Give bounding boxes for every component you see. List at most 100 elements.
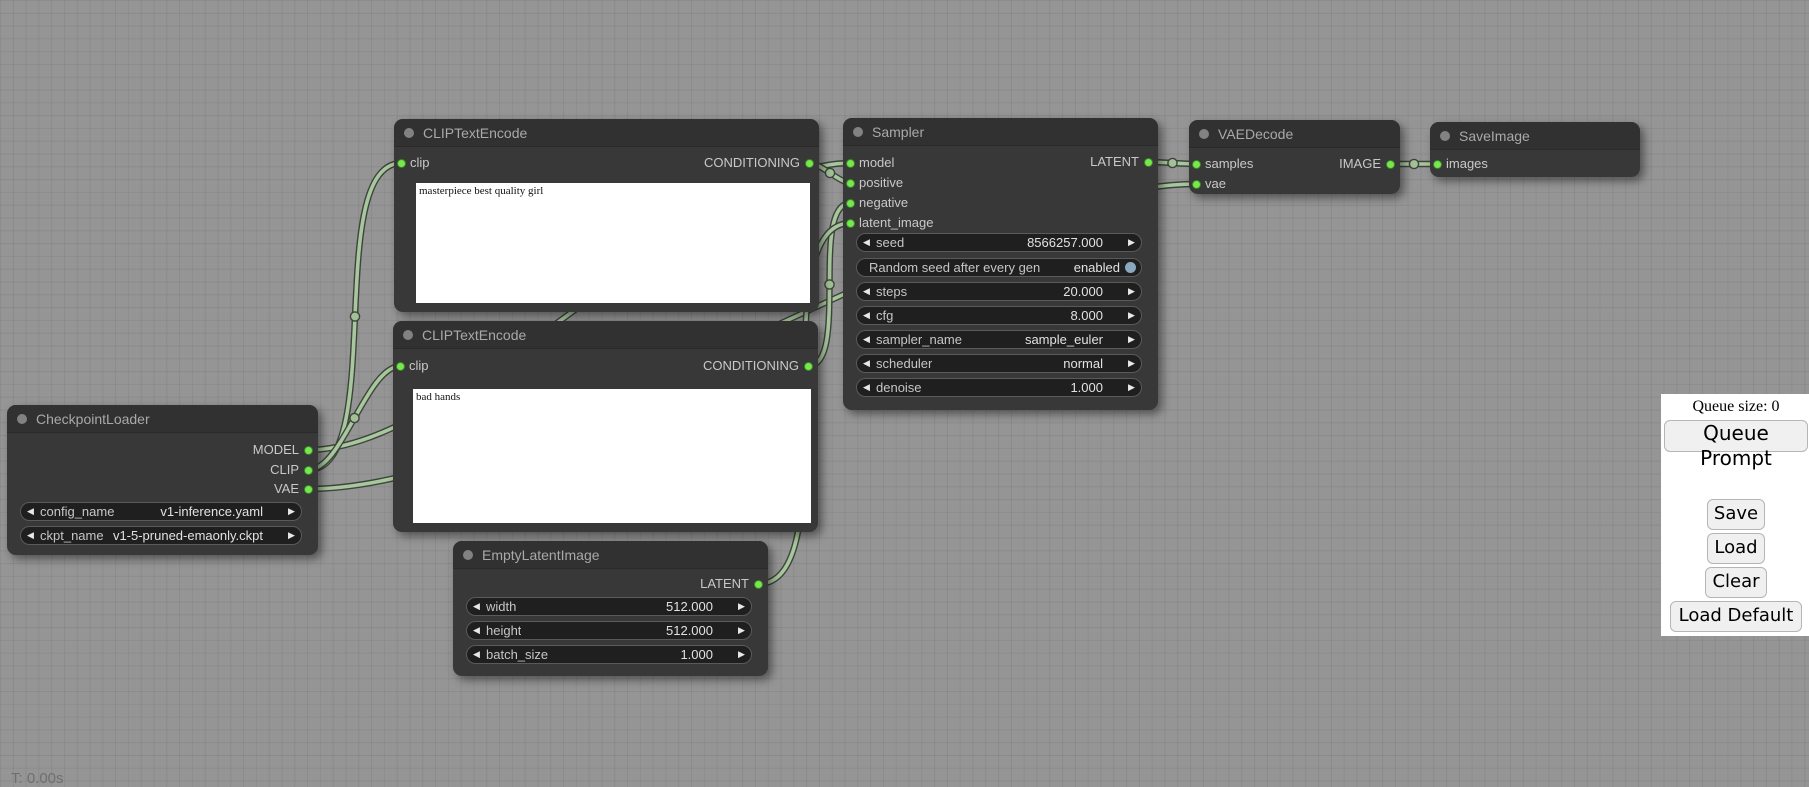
clip-input-port[interactable] [397, 159, 406, 168]
CLIP-output-port[interactable] [304, 466, 313, 475]
widget-label: height [486, 623, 521, 638]
empty-latent-image[interactable]: EmptyLatentImageLATENT◀width512.000▶◀hei… [453, 541, 768, 676]
increment-arrow-icon[interactable]: ▶ [1122, 283, 1141, 300]
node-title-bar[interactable]: SaveImage [1430, 122, 1640, 150]
widget-value: 512.000 [516, 599, 732, 614]
node-title-bar[interactable]: EmptyLatentImage [453, 541, 768, 569]
increment-arrow-icon[interactable]: ▶ [1122, 355, 1141, 372]
output-slot-label: LATENT [700, 575, 749, 593]
node-title-bar[interactable]: Sampler [843, 118, 1158, 146]
decrement-arrow-icon[interactable]: ◀ [467, 646, 486, 663]
load-default-button[interactable]: Load Default [1670, 601, 1802, 632]
node-title-bar[interactable]: CLIPTextEncode [394, 119, 819, 147]
widget-config_name[interactable]: ◀config_namev1-inference.yaml▶ [20, 502, 302, 521]
save-image[interactable]: SaveImage images [1430, 122, 1640, 177]
decrement-arrow-icon[interactable]: ◀ [857, 283, 876, 300]
vae-input-port[interactable] [1192, 180, 1201, 189]
increment-arrow-icon[interactable]: ▶ [282, 503, 301, 520]
IMAGE-output-port[interactable] [1386, 160, 1395, 169]
widget-ckpt_name[interactable]: ◀ckpt_namev1-5-pruned-emaonly.ckpt▶ [20, 526, 302, 545]
positive-input-port[interactable] [846, 179, 855, 188]
CONDITIONING-output-port[interactable] [804, 362, 813, 371]
CONDITIONING-output-port[interactable] [805, 159, 814, 168]
widget-label: Random seed after every gen [857, 260, 1040, 275]
collapse-dot-icon[interactable] [853, 127, 863, 137]
node-title-bar[interactable]: CheckpointLoader [7, 405, 318, 433]
output-slot-label: CONDITIONING [704, 154, 800, 172]
comfyui-canvas[interactable]: { "canvas": { "status_text": "T: 0.00s" … [0, 0, 1809, 782]
LATENT-output-port[interactable] [754, 580, 763, 589]
clip-text-encode-negative[interactable]: CLIPTextEncodeclipCONDITIONING [393, 321, 818, 532]
increment-arrow-icon[interactable]: ▶ [732, 598, 751, 615]
widget-value: normal [932, 356, 1122, 371]
LATENT-output-port[interactable] [1144, 158, 1153, 167]
decrement-arrow-icon[interactable]: ◀ [857, 331, 876, 348]
MODEL-output-port[interactable] [304, 446, 313, 455]
latent_image-input-port[interactable] [846, 219, 855, 228]
VAE-output-port[interactable] [304, 485, 313, 494]
sampler[interactable]: Samplermodelpositivenegativelatent_image… [843, 118, 1158, 410]
decrement-arrow-icon[interactable]: ◀ [467, 598, 486, 615]
toggle-on-dot[interactable] [1125, 262, 1136, 273]
negative-input-port[interactable] [846, 199, 855, 208]
load-button[interactable]: Load [1707, 533, 1764, 564]
widget-value: 20.000 [907, 284, 1122, 299]
samples-input-port[interactable] [1192, 160, 1201, 169]
increment-arrow-icon[interactable]: ▶ [1122, 379, 1141, 396]
model-input-port[interactable] [846, 159, 855, 168]
input-slot-label: latent_image [859, 214, 933, 232]
decrement-arrow-icon[interactable]: ◀ [467, 622, 486, 639]
widget-value: 8.000 [893, 308, 1122, 323]
widget-value: enabled [1040, 260, 1125, 275]
decrement-arrow-icon[interactable]: ◀ [21, 503, 40, 520]
collapse-dot-icon[interactable] [463, 550, 473, 560]
widget-batch_size[interactable]: ◀batch_size1.000▶ [466, 645, 752, 664]
prompt-textarea[interactable] [413, 389, 811, 523]
widget-value: 1.000 [548, 647, 732, 662]
save-button[interactable]: Save [1707, 499, 1765, 530]
clip-input-port[interactable] [396, 362, 405, 371]
widget-width[interactable]: ◀width512.000▶ [466, 597, 752, 616]
collapse-dot-icon[interactable] [1440, 131, 1450, 141]
decrement-arrow-icon[interactable]: ◀ [21, 527, 40, 544]
vae-decode[interactable]: VAEDecodesamplesvaeIMAGE [1189, 120, 1400, 194]
increment-arrow-icon[interactable]: ▶ [1122, 331, 1141, 348]
widget-random-seed-after-every-gen[interactable]: Random seed after every genenabled [856, 258, 1142, 277]
node-title-bar[interactable]: VAEDecode [1189, 120, 1400, 148]
output-slot-label: LATENT [1090, 153, 1139, 171]
collapse-dot-icon[interactable] [1199, 129, 1209, 139]
checkpoint-loader[interactable]: CheckpointLoaderMODELCLIPVAE◀config_name… [7, 405, 318, 555]
widget-steps[interactable]: ◀steps20.000▶ [856, 282, 1142, 301]
collapse-dot-icon[interactable] [404, 128, 414, 138]
images-input-port[interactable] [1433, 160, 1442, 169]
widget-label: ckpt_name [40, 528, 104, 543]
widget-height[interactable]: ◀height512.000▶ [466, 621, 752, 640]
increment-arrow-icon[interactable]: ▶ [732, 646, 751, 663]
clear-button[interactable]: Clear [1705, 567, 1766, 598]
output-slot-label: CONDITIONING [703, 357, 799, 375]
increment-arrow-icon[interactable]: ▶ [1122, 307, 1141, 324]
widget-sampler_name[interactable]: ◀sampler_namesample_euler▶ [856, 330, 1142, 349]
node-title: Sampler [872, 118, 924, 146]
increment-arrow-icon[interactable]: ▶ [282, 527, 301, 544]
queue-prompt-button[interactable]: Queue Prompt [1664, 420, 1808, 452]
decrement-arrow-icon[interactable]: ◀ [857, 355, 876, 372]
widget-value: 1.000 [922, 380, 1122, 395]
widget-scheduler[interactable]: ◀schedulernormal▶ [856, 354, 1142, 373]
clip-text-encode-positive[interactable]: CLIPTextEncodeclipCONDITIONING [394, 119, 819, 312]
increment-arrow-icon[interactable]: ▶ [732, 622, 751, 639]
decrement-arrow-icon[interactable]: ◀ [857, 234, 876, 251]
queue-size-label: Queue size: 0 [1692, 398, 1779, 416]
input-slot-label: positive [859, 174, 903, 192]
prompt-textarea[interactable] [416, 183, 810, 303]
decrement-arrow-icon[interactable]: ◀ [857, 379, 876, 396]
widget-denoise[interactable]: ◀denoise1.000▶ [856, 378, 1142, 397]
decrement-arrow-icon[interactable]: ◀ [857, 307, 876, 324]
node-title-bar[interactable]: CLIPTextEncode [393, 321, 818, 349]
input-slot-label: images [1446, 155, 1488, 173]
increment-arrow-icon[interactable]: ▶ [1122, 234, 1141, 251]
widget-cfg[interactable]: ◀cfg8.000▶ [856, 306, 1142, 325]
collapse-dot-icon[interactable] [17, 414, 27, 424]
widget-seed[interactable]: ◀seed8566257.000▶ [856, 233, 1142, 252]
collapse-dot-icon[interactable] [403, 330, 413, 340]
